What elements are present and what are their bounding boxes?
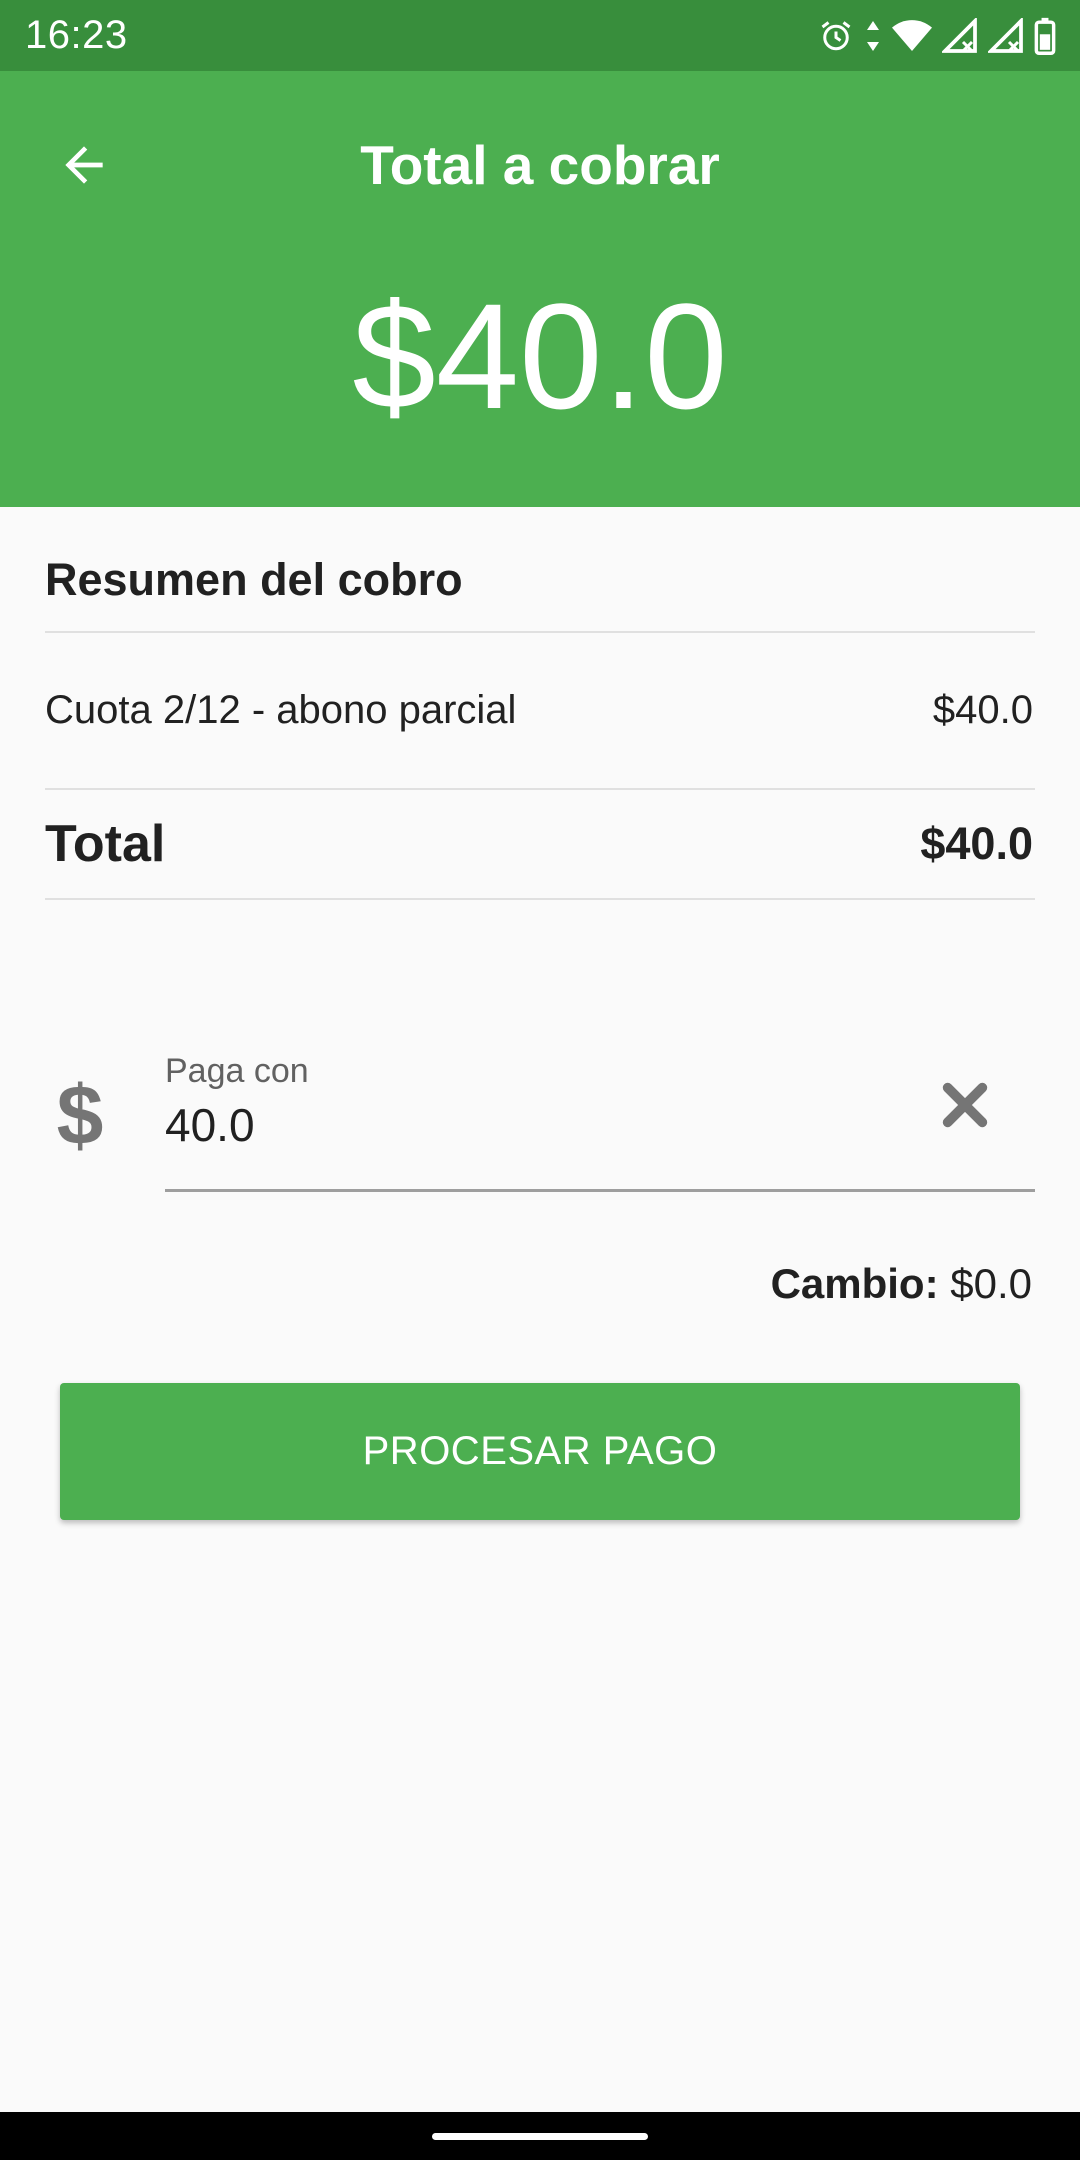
pay-with-value[interactable]: 40.0 — [165, 1098, 255, 1152]
battery-icon — [1034, 17, 1056, 55]
signal-icon — [988, 17, 1024, 54]
page-title: Total a cobrar — [360, 134, 720, 196]
status-bar: 16:23 — [0, 0, 1080, 71]
screen: 16:23 Total a cobrar $40.0 Resumen del c… — [0, 0, 1080, 2160]
home-handle[interactable] — [432, 2132, 648, 2140]
signal-icon — [942, 17, 978, 54]
pay-with-section: $ Paga con 40.0 — [0, 1040, 1080, 1192]
alarm-icon — [818, 18, 854, 54]
clear-button[interactable] — [930, 1070, 1000, 1140]
total-amount-display: $40.0 — [352, 272, 728, 440]
total-label: Total — [45, 815, 166, 873]
summary-item: Cuota 2/12 - abono parcial $40.0 — [45, 633, 1035, 790]
pay-with-label: Paga con — [165, 1052, 309, 1090]
pay-with-input[interactable]: Paga con 40.0 — [165, 1040, 1035, 1192]
dollar-icon: $ — [56, 1068, 104, 1162]
summary-item-amount: $40.0 — [932, 688, 1033, 732]
status-icons — [818, 17, 1056, 55]
change-label: Cambio: — [770, 1260, 939, 1307]
close-icon — [942, 1082, 988, 1128]
app-header: Total a cobrar $40.0 — [0, 71, 1080, 507]
change-display: Cambio: $0.0 — [771, 1260, 1032, 1308]
charge-summary: Resumen del cobro Cuota 2/12 - abono par… — [45, 507, 1035, 900]
status-time: 16:23 — [25, 13, 128, 57]
change-value: $0.0 — [950, 1260, 1032, 1307]
summary-total-row: Total $40.0 — [45, 790, 1035, 900]
navigation-bar — [0, 2112, 1080, 2160]
summary-title: Resumen del cobro — [45, 507, 1035, 633]
wifi-icon — [892, 18, 932, 54]
process-payment-button[interactable]: PROCESAR PAGO — [60, 1383, 1020, 1520]
summary-item-label: Cuota 2/12 - abono parcial — [45, 688, 517, 732]
data-arrows-icon — [864, 18, 882, 54]
total-value: $40.0 — [920, 818, 1033, 869]
